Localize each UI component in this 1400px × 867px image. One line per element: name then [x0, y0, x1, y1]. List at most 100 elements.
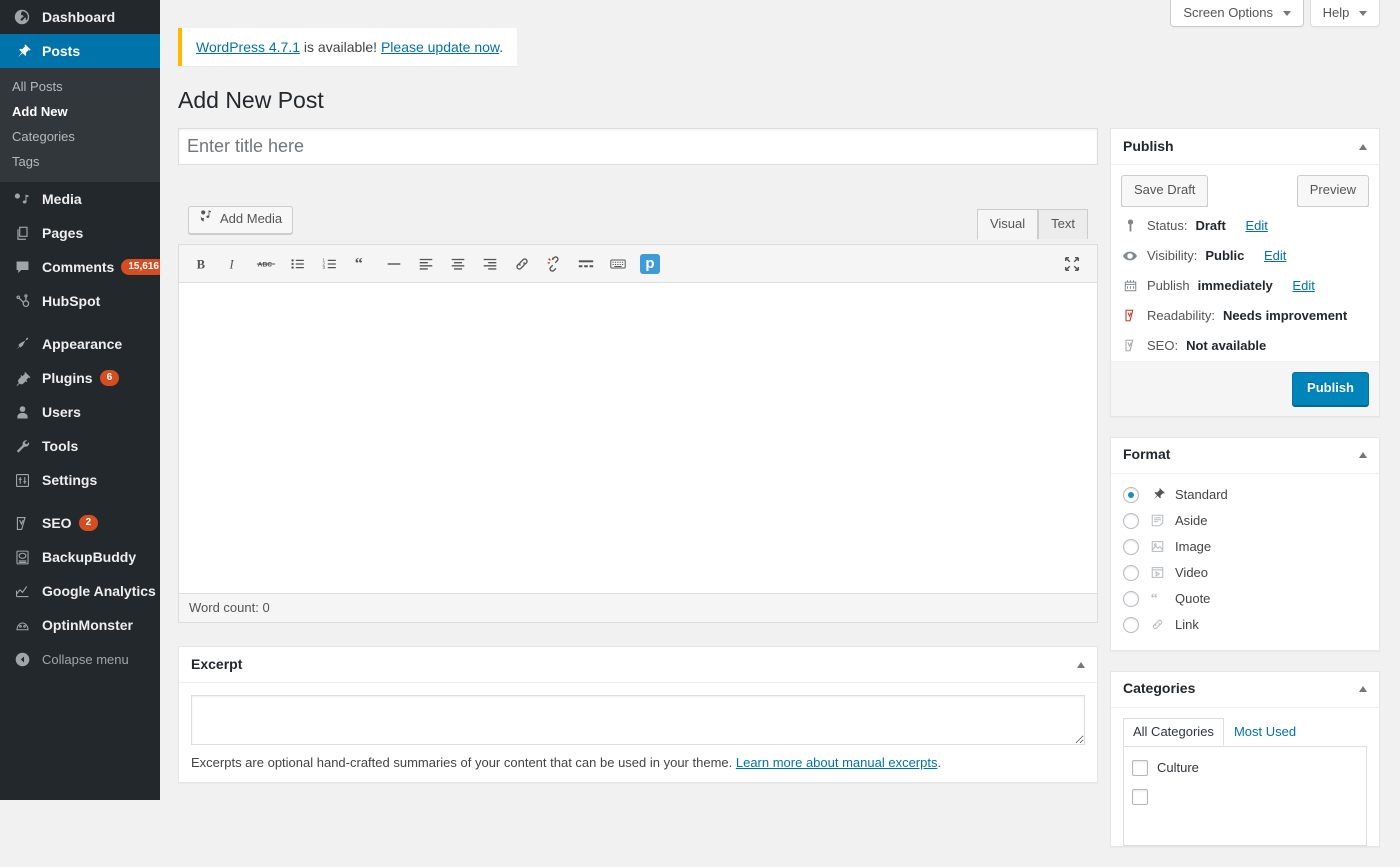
format-radio-aside[interactable] [1123, 513, 1139, 529]
pinterest-p-icon[interactable]: p [635, 249, 665, 279]
sidebar-item-seo[interactable]: SEO 2 [0, 506, 160, 540]
format-postbox-header[interactable]: Format [1111, 438, 1379, 474]
format-radio-link[interactable] [1123, 617, 1139, 633]
submenu-item-categories[interactable]: Categories [0, 124, 160, 149]
post-content-editor[interactable] [178, 282, 1098, 594]
align-right-icon[interactable] [475, 249, 505, 279]
bulleted-list-icon[interactable] [283, 249, 313, 279]
categories-inside: All Categories Most Used Culture [1111, 708, 1379, 846]
calendar-icon [1121, 277, 1139, 295]
sidebar-item-google-analytics[interactable]: Google Analytics [0, 574, 160, 608]
chevron-down-icon [1359, 11, 1367, 16]
sidebar-item-appearance[interactable]: Appearance [0, 327, 160, 361]
format-radio-quote[interactable] [1123, 591, 1139, 607]
editor-mode-tabs: Visual Text [977, 196, 1098, 239]
chevron-up-icon[interactable] [1077, 662, 1085, 668]
sidebar-item-collapse-menu[interactable]: Collapse menu [0, 642, 160, 676]
format-option-video[interactable]: Video [1123, 560, 1367, 586]
tab-text[interactable]: Text [1038, 209, 1088, 239]
tab-visual[interactable]: Visual [977, 209, 1038, 240]
format-option-link[interactable]: Link [1123, 612, 1367, 638]
category-item[interactable]: Culture [1132, 757, 1358, 786]
categories-postbox: Categories All Categories Most Used Cult… [1110, 671, 1380, 847]
chevron-up-icon[interactable] [1359, 452, 1367, 458]
format-label-image: Image [1175, 539, 1211, 554]
sidebar-item-plugins[interactable]: Plugins 6 [0, 361, 160, 395]
add-media-button[interactable]: Add Media [188, 206, 293, 234]
kitchen-sink-icon[interactable] [603, 249, 633, 279]
chevron-up-icon[interactable] [1359, 686, 1367, 692]
format-inside: Standard Aside Image [1111, 474, 1379, 650]
sidebar-item-comments[interactable]: Comments 15,616 [0, 250, 160, 284]
edit-visibility-link[interactable]: Edit [1264, 248, 1286, 263]
sidebar-item-backupbuddy[interactable]: BackupBuddy [0, 540, 160, 574]
category-checkbox[interactable] [1132, 760, 1148, 776]
align-center-icon[interactable] [443, 249, 473, 279]
sidebar-item-users[interactable]: Users [0, 395, 160, 429]
chevron-up-icon[interactable] [1359, 144, 1367, 150]
format-option-standard[interactable]: Standard [1123, 482, 1367, 508]
submenu-item-add-new[interactable]: Add New [0, 99, 160, 124]
excerpt-postbox-header[interactable]: Excerpt [179, 647, 1097, 683]
excerpt-desc-before: Excerpts are optional hand-crafted summa… [191, 755, 736, 770]
svg-text:I: I [229, 257, 235, 271]
pin-icon [12, 41, 32, 61]
sidebar-item-dashboard[interactable]: Dashboard [0, 0, 160, 34]
format-postbox: Format Standard Aside [1110, 437, 1380, 651]
screen-options-button[interactable]: Screen Options [1170, 0, 1303, 27]
submenu-item-all-posts[interactable]: All Posts [0, 74, 160, 99]
link-icon[interactable] [507, 249, 537, 279]
format-option-image[interactable]: Image [1123, 534, 1367, 560]
preview-button[interactable]: Preview [1297, 175, 1369, 207]
tab-most-used[interactable]: Most Used [1224, 718, 1306, 746]
chevron-down-icon [1283, 11, 1291, 16]
bold-icon[interactable]: B [187, 249, 217, 279]
category-item[interactable] [1132, 786, 1358, 815]
backupbuddy-icon [12, 547, 32, 567]
edit-status-link[interactable]: Edit [1245, 218, 1267, 233]
strikethrough-icon[interactable]: ABC [251, 249, 281, 279]
post-schedule-prefix: Publish [1147, 278, 1190, 293]
excerpt-textarea[interactable] [191, 695, 1085, 745]
wordpress-version-link[interactable]: WordPress 4.7.1 [196, 39, 300, 55]
save-draft-button[interactable]: Save Draft [1121, 175, 1208, 207]
tab-all-categories[interactable]: All Categories [1123, 718, 1224, 746]
sidebar-item-tools[interactable]: Tools [0, 429, 160, 463]
format-option-quote[interactable]: “ Quote [1123, 586, 1367, 612]
blockquote-icon[interactable]: “ [347, 249, 377, 279]
horizontal-rule-icon[interactable] [379, 249, 409, 279]
seo-score-prefix: SEO: [1147, 338, 1178, 353]
publish-button[interactable]: Publish [1292, 372, 1369, 406]
categories-postbox-header[interactable]: Categories [1111, 672, 1379, 708]
submenu-item-tags[interactable]: Tags [0, 149, 160, 174]
italic-icon[interactable]: I [219, 249, 249, 279]
unlink-icon[interactable] [539, 249, 569, 279]
publish-postbox-header[interactable]: Publish [1111, 129, 1379, 165]
help-label: Help [1323, 5, 1350, 20]
help-button[interactable]: Help [1310, 0, 1380, 27]
align-left-icon[interactable] [411, 249, 441, 279]
sidebar-item-media[interactable]: Media [0, 182, 160, 216]
distraction-free-icon[interactable] [1057, 249, 1087, 279]
sidebar-item-optinmonster[interactable]: OptinMonster [0, 608, 160, 642]
format-radio-image[interactable] [1123, 539, 1139, 555]
update-now-link[interactable]: Please update now [381, 39, 499, 55]
insert-more-icon[interactable] [571, 249, 601, 279]
screen-options-wrap: Screen Options [1170, 0, 1303, 27]
pages-icon [12, 223, 32, 243]
appearance-icon [12, 334, 32, 354]
edit-schedule-link[interactable]: Edit [1292, 278, 1314, 293]
sidebar-item-posts[interactable]: Posts [0, 34, 160, 68]
numbered-list-icon[interactable]: 123 [315, 249, 345, 279]
format-option-aside[interactable]: Aside [1123, 508, 1367, 534]
sidebar-item-pages[interactable]: Pages [0, 216, 160, 250]
sidebar-item-settings[interactable]: Settings [0, 463, 160, 497]
format-radio-video[interactable] [1123, 565, 1139, 581]
format-radio-standard[interactable] [1123, 487, 1139, 503]
excerpt-description: Excerpts are optional hand-crafted summa… [191, 755, 1085, 770]
sidebar-item-hubspot[interactable]: HubSpot [0, 284, 160, 318]
manual-excerpts-link[interactable]: Learn more about manual excerpts [736, 755, 938, 770]
dashboard-icon [12, 7, 32, 27]
post-title-input[interactable] [178, 128, 1098, 165]
category-checkbox[interactable] [1132, 789, 1148, 805]
